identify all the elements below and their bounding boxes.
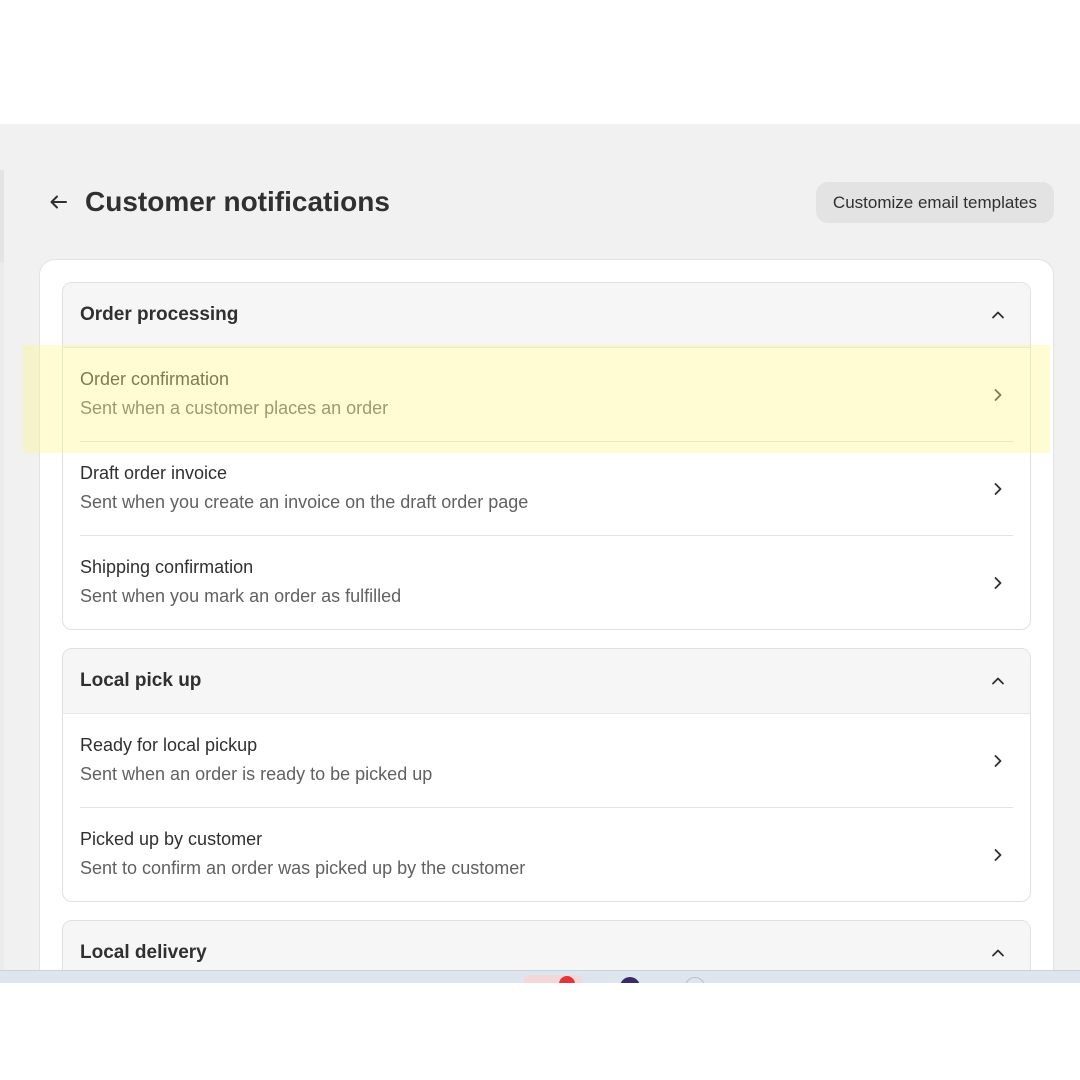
section-title: Order processing — [80, 304, 239, 325]
item-description: Sent when you mark an order as fulfilled — [80, 586, 402, 606]
item-description: Sent when an order is ready to be picked… — [80, 764, 433, 784]
app-screen: Customer notifications Customize email t… — [0, 124, 1080, 970]
chevron-right-icon — [994, 577, 1002, 589]
list-item-draft-order-invoice[interactable]: Draft order invoice Sent when you create… — [63, 442, 1030, 536]
arrow-left-icon — [50, 195, 67, 209]
item-title: Shipping confirmation — [80, 557, 254, 577]
section-title: Local delivery — [80, 942, 207, 963]
taskbar — [0, 970, 1080, 983]
section-local-delivery: Local delivery — [62, 920, 1031, 970]
section-local-pick-up: Local pick up Ready for local pickup Sen… — [62, 648, 1031, 902]
chevron-up-icon[interactable] — [988, 671, 1008, 691]
item-title: Picked up by customer — [80, 829, 263, 849]
sidebar-edge — [0, 170, 4, 262]
chevron-right-icon — [994, 483, 1002, 495]
section-header-order-processing[interactable]: Order processing — [63, 283, 1030, 348]
sidebar-edge-lower — [0, 262, 4, 970]
item-title: Draft order invoice — [80, 463, 228, 483]
page-header: Customer notifications Customize email t… — [44, 181, 1054, 225]
taskbar-app-icon[interactable] — [685, 977, 705, 983]
chevron-up-icon[interactable] — [988, 943, 1008, 963]
item-description: Sent when you create an invoice on the d… — [80, 492, 529, 512]
list-item-ready-for-local-pickup[interactable]: Ready for local pickup Sent when an orde… — [63, 714, 1030, 808]
taskbar-app-icon[interactable] — [620, 977, 640, 983]
page-title: Customer notifications — [85, 186, 390, 217]
section-title: Local pick up — [80, 670, 202, 691]
list-item-shipping-confirmation[interactable]: Shipping confirmation Sent when you mark… — [63, 536, 1030, 629]
chevron-right-icon — [994, 849, 1002, 861]
item-title: Ready for local pickup — [80, 735, 258, 755]
chevron-right-icon — [994, 389, 1002, 401]
customize-email-templates-button[interactable]: Customize email templates — [815, 182, 1054, 223]
section-header-local-pick-up[interactable]: Local pick up — [63, 649, 1030, 714]
chevron-up-icon[interactable] — [988, 305, 1008, 325]
section-order-processing: Order processing Order confirmation Sent… — [62, 282, 1031, 630]
item-title: Order confirmation — [80, 369, 230, 389]
list-item-order-confirmation[interactable]: Order confirmation Sent when a customer … — [63, 348, 1030, 442]
item-description: Sent when a customer places an order — [80, 398, 389, 418]
section-header-local-delivery[interactable]: Local delivery — [63, 921, 1030, 970]
notifications-card: Order processing Order confirmation Sent… — [39, 259, 1054, 970]
item-description: Sent to confirm an order was picked up b… — [80, 858, 526, 878]
back-button[interactable] — [44, 187, 74, 217]
chevron-right-icon — [994, 755, 1002, 767]
list-item-picked-up-by-customer[interactable]: Picked up by customer Sent to confirm an… — [63, 808, 1030, 901]
